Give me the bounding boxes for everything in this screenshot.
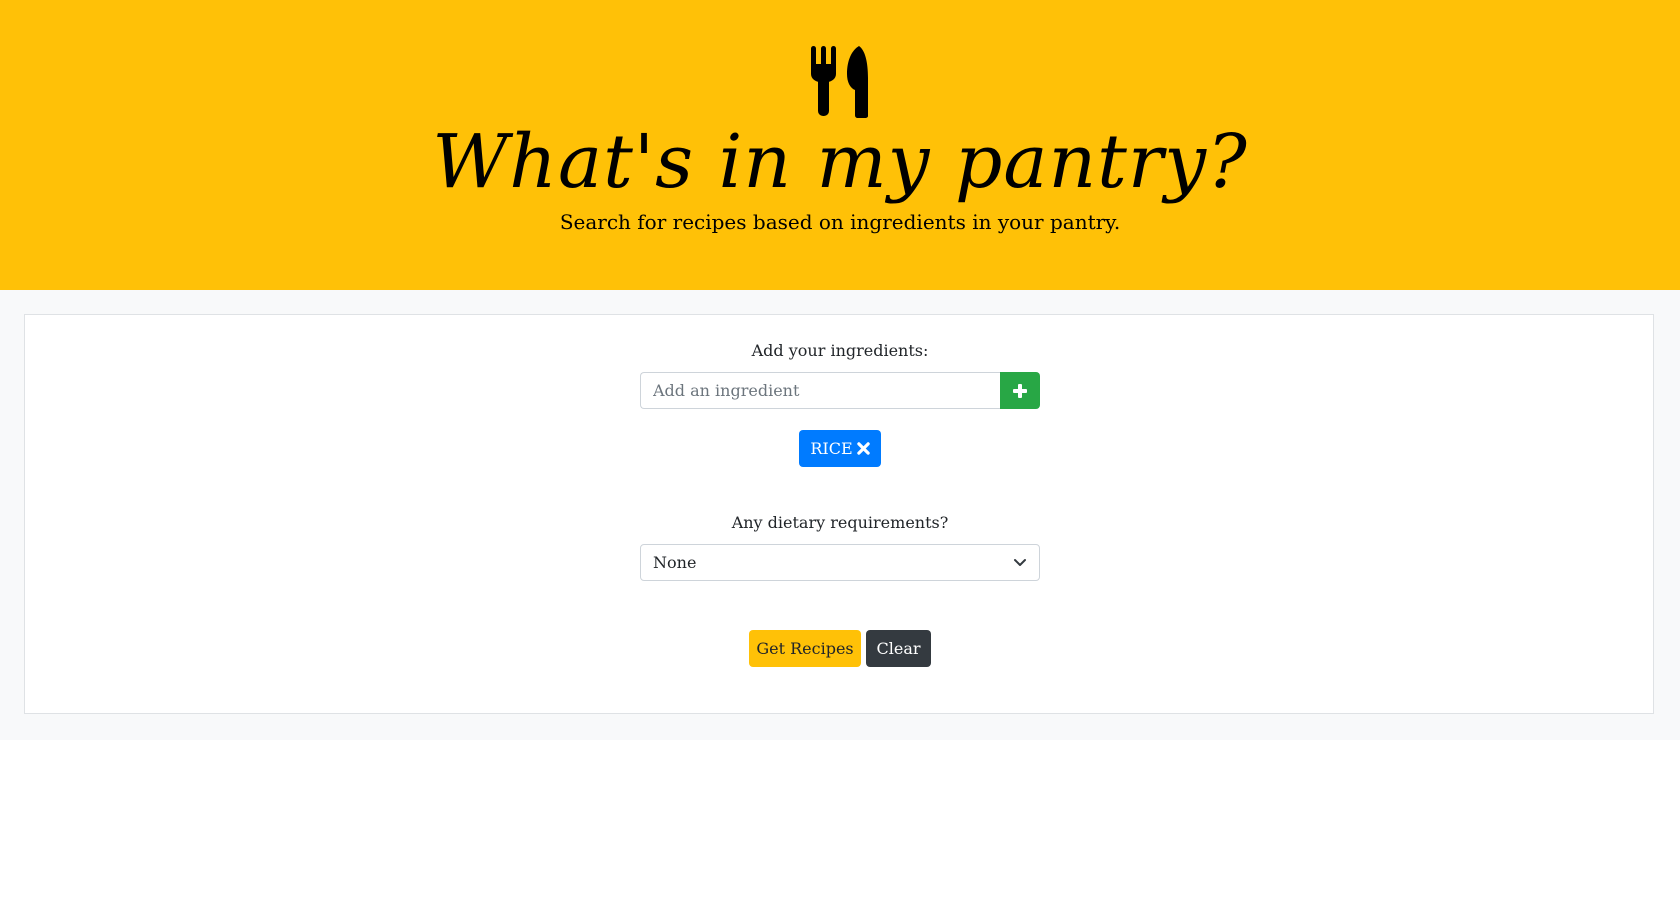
times-icon[interactable] [856, 442, 870, 455]
page-subtitle: Search for recipes based on ingredients … [559, 210, 1121, 234]
dietary-select[interactable]: None [640, 544, 1040, 581]
ingredients-label: Add your ingredients: [751, 341, 929, 360]
dietary-label: Any dietary requirements? [731, 513, 949, 532]
ingredient-chip[interactable]: RICE [799, 430, 881, 467]
chevron-down-icon [1014, 558, 1026, 566]
clear-button[interactable]: Clear [866, 630, 931, 667]
ingredient-chip-label: RICE [810, 439, 853, 458]
get-recipes-button[interactable]: Get Recipes [749, 630, 861, 667]
ingredient-input[interactable] [640, 372, 1000, 409]
dietary-selected-value: None [653, 553, 697, 572]
plus-icon [1013, 383, 1027, 398]
utensils-icon [811, 46, 868, 118]
add-ingredient-button[interactable] [1000, 372, 1040, 409]
hero-banner: What's in my pantry? Search for recipes … [0, 0, 1680, 290]
page-title: What's in my pantry? [432, 119, 1248, 205]
